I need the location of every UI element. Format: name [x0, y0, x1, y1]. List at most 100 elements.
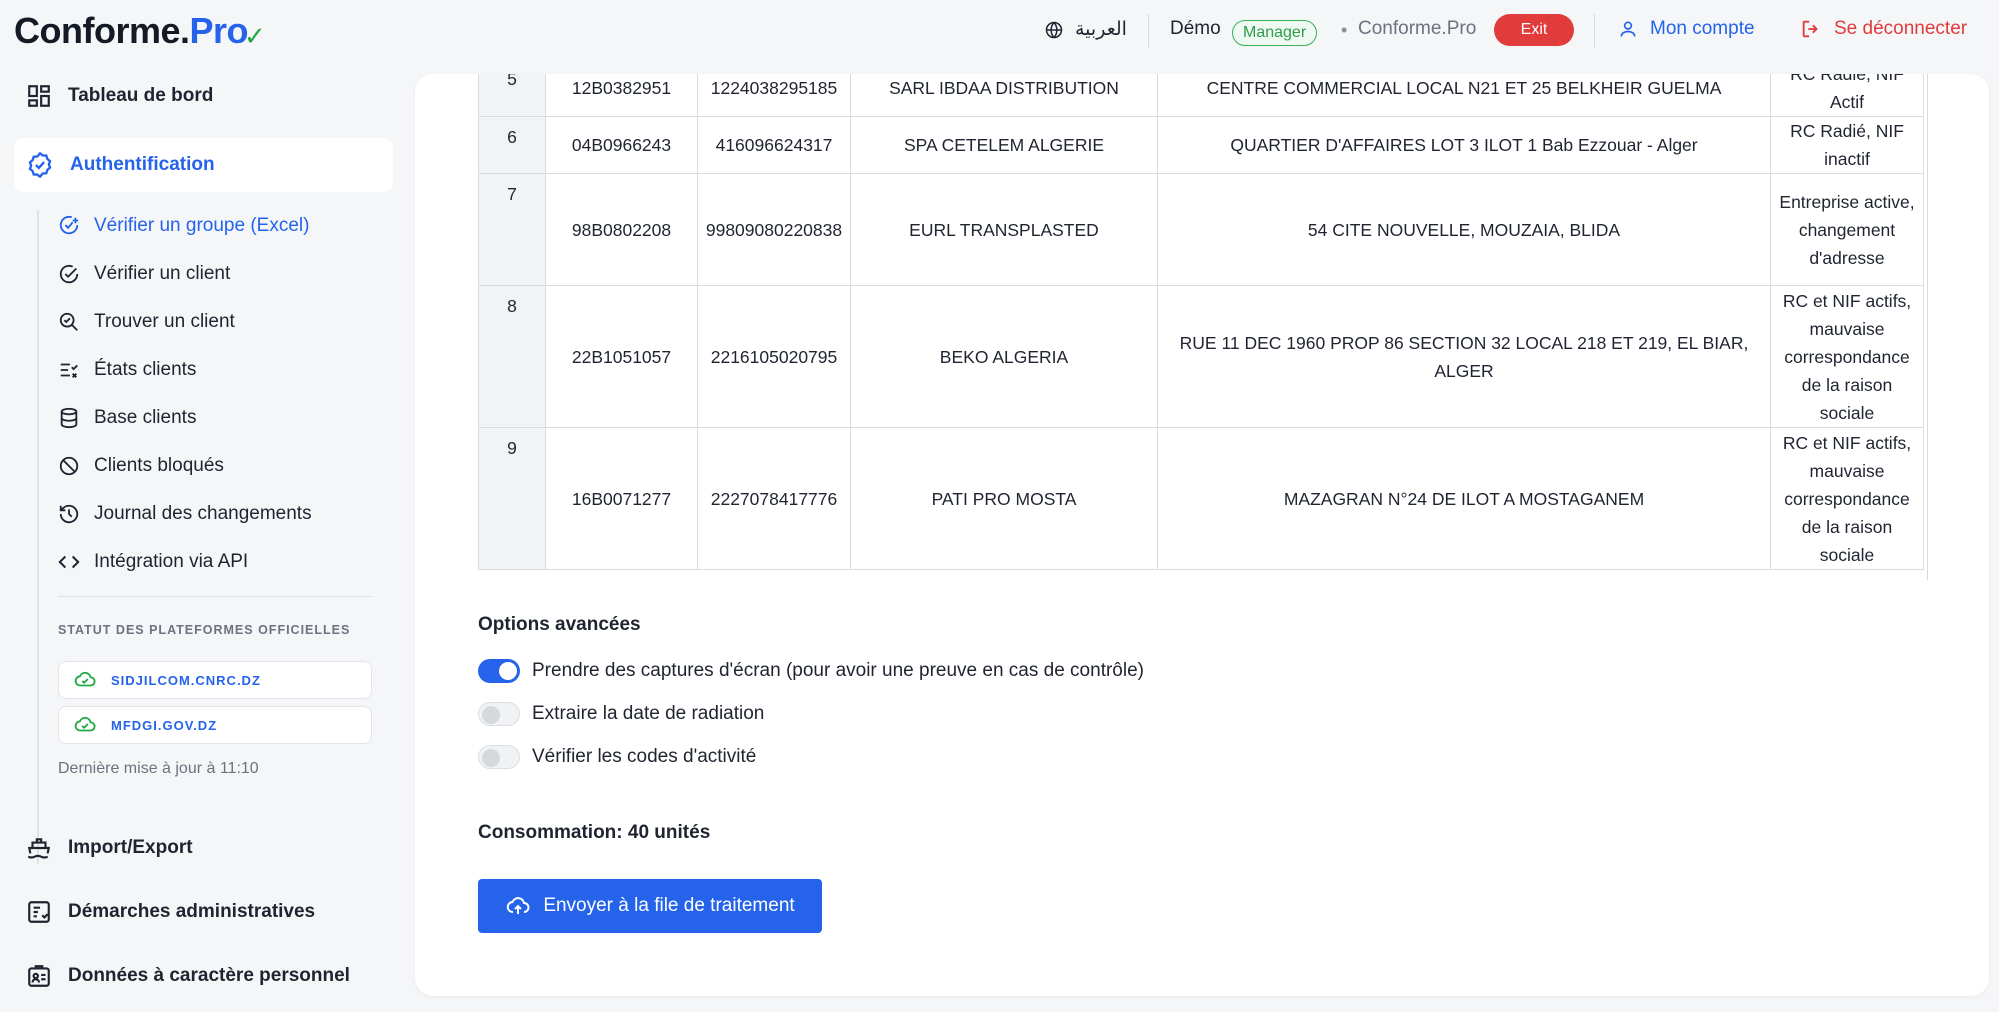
ban-icon: [59, 456, 79, 476]
row-number: 9: [478, 427, 546, 570]
nav-dashboard[interactable]: Tableau de bord: [14, 69, 393, 123]
platform-status-mfdgi[interactable]: MFDGI.GOV.DZ: [58, 706, 372, 744]
language-switch[interactable]: العربية: [1045, 18, 1127, 41]
badge-check-icon: [28, 151, 52, 179]
cell-status: RC Radié, NIF Actif: [1770, 74, 1924, 117]
logout-label: Se déconnecter: [1834, 18, 1968, 39]
account-link[interactable]: Mon compte: [1618, 18, 1755, 40]
table-row[interactable]: 8 22B1051057 2216105020795 BEKO ALGERIA RUE …: [478, 285, 1924, 428]
results-table-container[interactable]: 5 12B0382951 1224038295185 SARL IBDAA DISTR…: [478, 74, 1928, 580]
nav-personal-data[interactable]: Données à caractère personnel: [14, 949, 393, 1003]
platform-label: MFDGI.GOV.DZ: [111, 717, 218, 733]
table-row[interactable]: 5 12B0382951 1224038295185 SARL IBDAA DISTR…: [478, 74, 1924, 117]
sidebar-item-blocked-clients[interactable]: Clients bloqués: [58, 446, 224, 486]
sidebar-item-api[interactable]: Intégration via API: [58, 542, 248, 582]
option-activity-codes[interactable]: Vérifier les codes d'activité: [478, 745, 756, 769]
sidebar-item-label: Vérifier un client: [94, 263, 231, 284]
option-screenshots[interactable]: Prendre des captures d'écran (pour avoir…: [478, 659, 1144, 683]
submenu-rail: [37, 210, 39, 864]
nav-dashboard-label: Tableau de bord: [68, 85, 214, 106]
sidebar-item-verify-client[interactable]: Vérifier un client: [58, 254, 230, 294]
last-update-text: Dernière mise à jour à 11:10: [58, 760, 259, 777]
cell-company-name: PATI PRO MOSTA: [850, 427, 1158, 570]
cell-address: CENTRE COMMERCIAL LOCAL N21 ET 25 BELKHE…: [1157, 74, 1771, 117]
nav-authentication[interactable]: Authentification: [14, 138, 393, 192]
screenshots-toggle[interactable]: [478, 659, 520, 683]
sidebar-item-label: Base clients: [94, 407, 197, 428]
nav-personal-data-label: Données à caractère personnel: [68, 965, 350, 986]
cell-company-name: BEKO ALGERIA: [850, 285, 1158, 428]
cell-nif: 1224038295185: [697, 74, 851, 117]
check-circle-icon: [59, 264, 79, 284]
language-label: العربية: [1075, 19, 1127, 40]
sidebar-item-find-client[interactable]: Trouver un client: [58, 302, 235, 342]
role-badge: Manager: [1232, 20, 1318, 46]
toggle-knob: [482, 706, 500, 724]
nav-authentication-label: Authentification: [70, 154, 215, 175]
divider: [1594, 14, 1595, 48]
logo[interactable]: Conforme.Pro✓: [14, 10, 266, 52]
cell-status: RC et NIF actifs, mauvaise correspondanc…: [1770, 427, 1924, 570]
table-row[interactable]: 9 16B0071277 2227078417776 PATI PRO MOSTA MA…: [478, 427, 1924, 570]
advanced-options-title: Options avancées: [478, 614, 641, 635]
cell-company-name: SARL IBDAA DISTRIBUTION: [850, 74, 1158, 117]
toggle-knob: [499, 662, 517, 680]
cell-rc: 16B0071277: [545, 427, 698, 570]
sidebar-item-client-states[interactable]: États clients: [58, 350, 196, 390]
globe-icon: [1045, 21, 1063, 38]
row-number: 8: [478, 285, 546, 428]
sidebar-item-client-base[interactable]: Base clients: [58, 398, 196, 438]
activity-codes-toggle[interactable]: [478, 745, 520, 769]
check-plus-icon: [59, 215, 79, 235]
separator-dot: •: [1341, 20, 1348, 40]
cell-address: QUARTIER D'AFFAIRES LOT 3 ILOT 1 Bab Ezz…: [1157, 116, 1771, 174]
database-icon: [60, 407, 78, 429]
consumption: Consommation: 40 unités: [478, 822, 710, 844]
logout-icon: [1802, 20, 1818, 38]
sidebar-item-label: Journal des changements: [94, 503, 312, 524]
code-icon: [58, 555, 80, 569]
cell-status: Entreprise active, changement d'adresse: [1770, 173, 1924, 286]
consumption-label: Consommation:: [478, 822, 623, 843]
option-label: Vérifier les codes d'activité: [532, 746, 757, 767]
logo-check-icon: ✓: [244, 21, 266, 51]
sidebar-item-verify-group[interactable]: Vérifier un groupe (Excel): [58, 206, 309, 246]
sidebar: Tableau de bord Authentification Vérifie…: [0, 62, 405, 1012]
platform-status-cnrc[interactable]: SIDJILCOM.CNRC.DZ: [58, 661, 372, 699]
sidebar-item-label: États clients: [94, 359, 197, 380]
row-number: 7: [478, 173, 546, 286]
cloud-check-icon: [74, 716, 96, 732]
nav-admin-procedures[interactable]: Démarches administratives: [14, 885, 393, 939]
sidebar-item-change-log[interactable]: Journal des changements: [58, 494, 312, 534]
cell-nif: 99809080220838: [697, 173, 851, 286]
logout-link[interactable]: Se déconnecter: [1800, 18, 1967, 40]
cell-address: RUE 11 DEC 1960 PROP 86 SECTION 32 LOCAL…: [1157, 285, 1771, 428]
submit-queue-button[interactable]: Envoyer à la file de traitement: [478, 879, 822, 933]
dashboard-icon: [28, 85, 50, 107]
toggle-knob: [482, 749, 500, 767]
table-row[interactable]: 6 04B0966243 416096624317 SPA CETELEM ALGER…: [478, 116, 1924, 174]
option-label: Prendre des captures d'écran (pour avoir…: [532, 660, 1144, 681]
results-table: 5 12B0382951 1224038295185 SARL IBDAA DISTR…: [478, 74, 1924, 570]
exit-button[interactable]: Exit: [1494, 14, 1574, 46]
list-check-icon: [60, 363, 78, 378]
nav-import-export[interactable]: Import/Export: [14, 821, 393, 875]
radiation-toggle[interactable]: [478, 702, 520, 726]
platform-status-title: STATUT DES PLATEFORMES OFFICIELLES: [58, 623, 351, 637]
cell-company-name: SPA CETELEM ALGERIE: [850, 116, 1158, 174]
table-row[interactable]: 7 98B0802208 99809080220838 EURL TRANSPLAST…: [478, 173, 1924, 286]
cell-address: 54 CITE NOUVELLE, MOUZAIA, BLIDA: [1157, 173, 1771, 286]
ship-icon: [27, 838, 51, 859]
history-icon: [59, 504, 79, 524]
platform-label: SIDJILCOM.CNRC.DZ: [111, 672, 261, 688]
consumption-value: 40 unités: [627, 822, 711, 843]
demo-label: Démo: [1170, 18, 1221, 39]
sidebar-item-label: Trouver un client: [94, 311, 235, 332]
checklist-icon: [28, 901, 50, 923]
nav-admin-procedures-label: Démarches administratives: [68, 901, 316, 922]
id-card-icon: [28, 965, 50, 987]
search-icon: [59, 312, 78, 331]
option-radiation-date[interactable]: Extraire la date de radiation: [478, 702, 764, 726]
cell-status: RC Radié, NIF inactif: [1770, 116, 1924, 174]
logo-text: Conforme.: [14, 10, 190, 51]
